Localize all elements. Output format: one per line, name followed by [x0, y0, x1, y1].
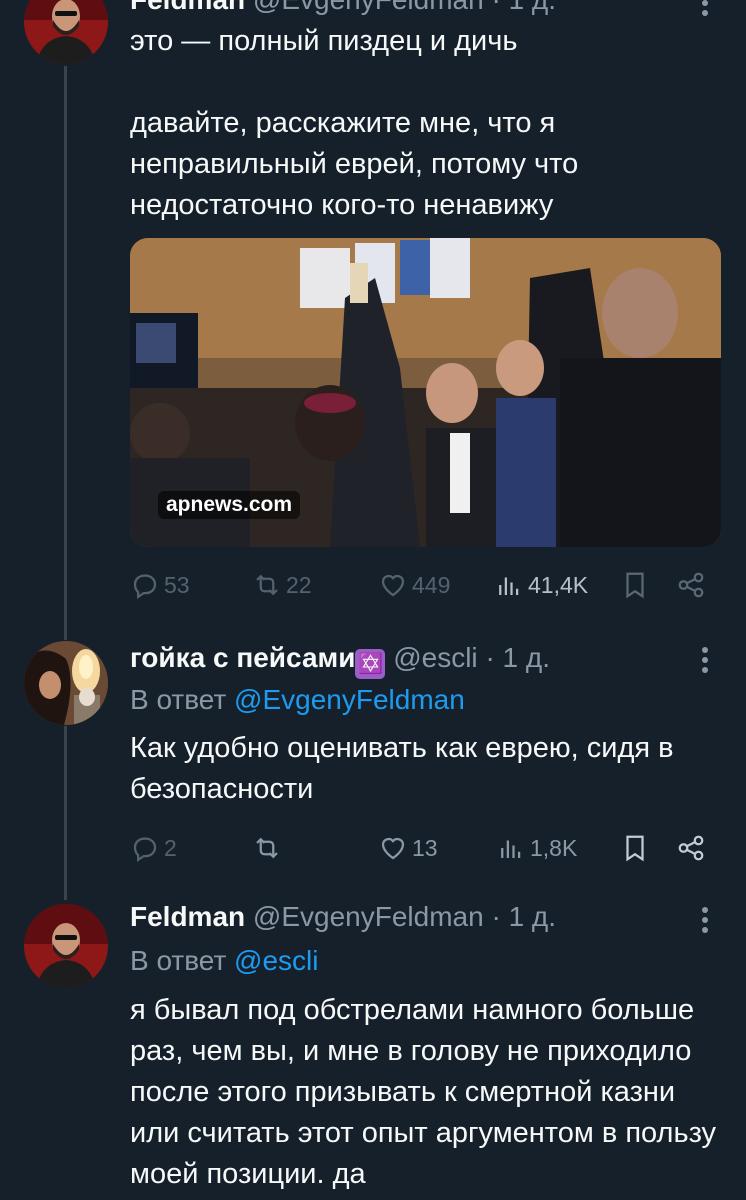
- more-icon[interactable]: [694, 643, 716, 683]
- reply-icon: [133, 837, 157, 862]
- share-button[interactable]: [676, 828, 710, 868]
- tweet-header: Feldman @EvgenyFeldman · 1 д.: [130, 900, 556, 934]
- separator-dot: ·: [485, 642, 495, 673]
- image-source-badge: apnews.com: [158, 491, 301, 519]
- tweet-text: я бывал под обстрелами намного больше ра…: [130, 990, 730, 1195]
- views-count: 41,4K: [528, 571, 589, 598]
- tweet-text-line: Как удобно оценивать как еврею, сидя в б…: [130, 732, 674, 805]
- author-handle[interactable]: @escli: [393, 642, 477, 673]
- author-name[interactable]: Feldman: [130, 901, 245, 932]
- more-icon[interactable]: [694, 903, 716, 943]
- reply-prefix: В ответ: [130, 945, 227, 976]
- reply-handle-link[interactable]: @escli: [234, 945, 318, 976]
- author-handle[interactable]: @EvgenyFeldman: [253, 0, 484, 15]
- tweet-photo[interactable]: apnews.com: [130, 238, 721, 547]
- views-button[interactable]: 41,4K: [494, 565, 588, 605]
- repost-icon: [256, 837, 278, 859]
- thread-line: [64, 66, 67, 640]
- avatar[interactable]: [24, 904, 108, 988]
- tweet-text-line: [130, 62, 720, 103]
- like-button[interactable]: 449: [378, 565, 450, 605]
- timestamp[interactable]: 1 д.: [503, 642, 550, 673]
- repost-button[interactable]: [252, 828, 286, 868]
- tweet-text-line: я бывал под обстрелами намного больше ра…: [130, 994, 717, 1190]
- reply-count: 53: [164, 571, 190, 598]
- share-button[interactable]: [676, 565, 710, 605]
- tweet-text: это — полный пиздец и дичь давайте, расс…: [130, 21, 720, 226]
- tweet-text-line: это — полный пиздец и дичь: [130, 25, 518, 57]
- views-button[interactable]: 1,8K: [496, 828, 577, 868]
- heart-icon: [381, 837, 405, 860]
- avatar[interactable]: [24, 0, 108, 64]
- image-source-label: apnews.com: [166, 493, 293, 516]
- tweet-header: Feldman @EvgenyFeldman · 1 д.: [130, 0, 556, 17]
- bookmark-button[interactable]: [620, 828, 654, 868]
- separator-dot: ·: [491, 901, 501, 932]
- repost-count: 22: [286, 571, 312, 598]
- author-name[interactable]: Feldman: [130, 0, 245, 15]
- views-icon: [499, 577, 519, 595]
- reply-handle-link[interactable]: @EvgenyFeldman: [234, 684, 465, 715]
- author-handle[interactable]: @EvgenyFeldman: [253, 901, 484, 932]
- like-count: 13: [412, 834, 438, 861]
- reply-prefix: В ответ: [130, 684, 227, 715]
- tweet-header: гойка с пейсами ✡️ @escli · 1 д.: [130, 641, 550, 679]
- tweet-text: Как удобно оценивать как еврею, сидя в б…: [130, 728, 710, 810]
- reply-context: В ответ @EvgenyFeldman: [130, 683, 465, 717]
- timestamp[interactable]: 1 д.: [509, 0, 556, 15]
- timestamp[interactable]: 1 д.: [509, 901, 556, 932]
- like-count: 449: [412, 571, 451, 598]
- reply-button[interactable]: 2: [130, 828, 177, 868]
- share-icon: [678, 572, 704, 598]
- thread-line: [64, 726, 67, 900]
- share-icon: [678, 835, 704, 861]
- bookmark-icon: [626, 835, 644, 862]
- repost-icon: [256, 574, 278, 596]
- bookmark-icon: [626, 572, 644, 599]
- heart-icon: [381, 574, 405, 597]
- reply-context: В ответ @escli: [130, 944, 318, 978]
- tweet-text-line: давайте, расскажите мне, что я неправиль…: [130, 107, 579, 221]
- star-of-david-icon: ✡️: [355, 649, 386, 679]
- separator-dot: ·: [491, 0, 500, 15]
- reply-button[interactable]: 53: [130, 565, 190, 605]
- views-count: 1,8K: [530, 834, 578, 861]
- bookmark-button[interactable]: [620, 565, 654, 605]
- views-icon: [501, 840, 521, 858]
- repost-button[interactable]: 22: [252, 565, 312, 605]
- avatar[interactable]: [24, 641, 108, 725]
- like-button[interactable]: 13: [378, 828, 438, 868]
- reply-count: 2: [164, 834, 177, 861]
- reply-icon: [133, 574, 157, 599]
- author-name[interactable]: гойка с пейсами: [130, 642, 355, 673]
